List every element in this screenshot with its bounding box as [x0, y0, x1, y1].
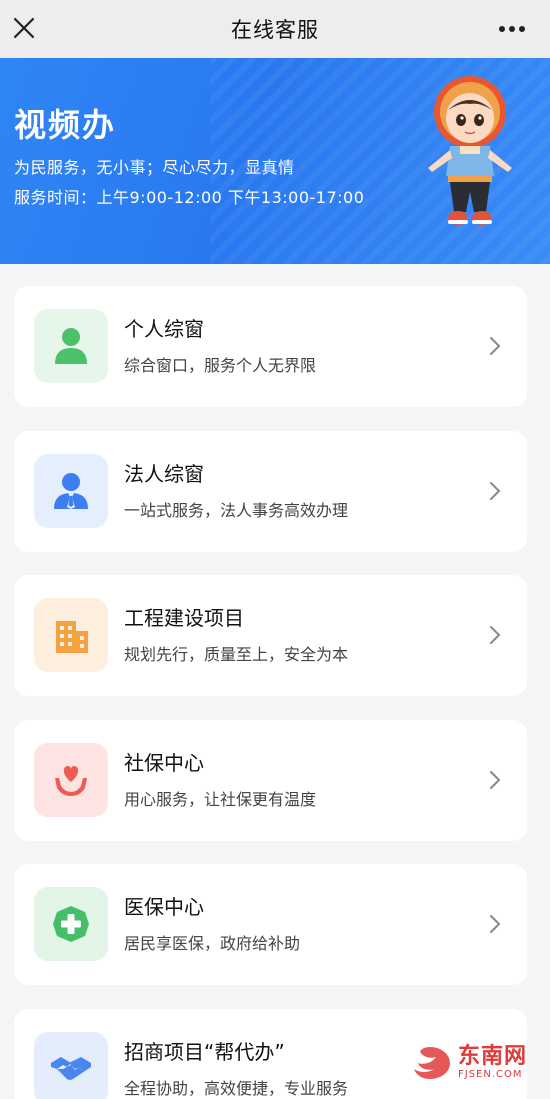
chevron-right-icon: [490, 626, 501, 644]
service-card-medical-insurance[interactable]: 医保中心 居民享医保，政府给补助: [14, 864, 527, 985]
medical-insurance-icon-box: [34, 887, 108, 961]
medical-cross-icon: [53, 906, 89, 942]
more-button[interactable]: [492, 14, 532, 44]
card-title: 医保中心: [124, 895, 204, 919]
handshake-icon: [51, 1057, 91, 1080]
card-title: 个人综窗: [124, 317, 204, 341]
service-card-construction[interactable]: 工程建设项目 规划先行，质量至上，安全为本: [14, 575, 527, 696]
close-icon: [13, 17, 35, 39]
fjsen-logo-icon: [414, 1047, 450, 1079]
mascot-illustration: [428, 76, 512, 225]
card-subtitle: 综合窗口，服务个人无界限: [124, 356, 317, 375]
construction-icon-box: [34, 598, 108, 672]
legal-person-icon-box: [34, 454, 108, 528]
service-card-legal-person[interactable]: 法人综窗 一站式服务，法人事务高效办理: [14, 431, 527, 552]
service-card-personal[interactable]: 个人综窗 综合窗口，服务个人无界限: [14, 286, 527, 407]
heart-hands-icon: [55, 766, 87, 796]
card-title: 法人综窗: [124, 462, 204, 486]
chevron-right-icon: [490, 771, 501, 789]
page-title: 在线客服: [231, 18, 319, 42]
close-button[interactable]: [6, 10, 42, 46]
card-subtitle: 全程协助，高效便捷，专业服务: [124, 1079, 349, 1098]
personal-icon-box: [34, 309, 108, 383]
business-person-icon: [54, 473, 88, 509]
card-subtitle: 一站式服务，法人事务高效办理: [124, 501, 349, 520]
card-subtitle: 居民享医保，政府给补助: [124, 934, 301, 953]
investment-icon-box: [34, 1032, 108, 1099]
chevron-right-icon: [490, 337, 501, 355]
banner-title: 视频办: [14, 106, 117, 144]
card-title: 工程建设项目: [124, 606, 244, 630]
more-icon: [499, 26, 525, 32]
service-card-social-security[interactable]: 社保中心 用心服务，让社保更有温度: [14, 720, 527, 841]
banner-hours: 服务时间：上午9:00-12:00 下午13:00-17:00: [14, 188, 365, 207]
chevron-right-icon: [490, 482, 501, 500]
card-subtitle: 规划先行，质量至上，安全为本: [124, 645, 349, 664]
building-icon: [56, 621, 88, 653]
watermark-en: FJSEN.COM: [458, 1069, 523, 1080]
person-icon: [55, 328, 87, 364]
top-bar: 在线客服: [0, 0, 550, 58]
card-title: 招商项目“帮代办”: [124, 1040, 285, 1064]
card-title: 社保中心: [124, 751, 204, 775]
site-watermark: 东南网 FJSEN.COM: [408, 1038, 546, 1088]
banner-slogan: 为民服务，无小事；尽心尽力，显真情: [14, 158, 295, 177]
watermark-cn: 东南网: [458, 1044, 528, 1069]
chevron-right-icon: [490, 915, 501, 933]
social-security-icon-box: [34, 743, 108, 817]
card-subtitle: 用心服务，让社保更有温度: [124, 790, 317, 809]
service-banner: 视频办 为民服务，无小事；尽心尽力，显真情 服务时间：上午9:00-12:00 …: [0, 58, 550, 264]
